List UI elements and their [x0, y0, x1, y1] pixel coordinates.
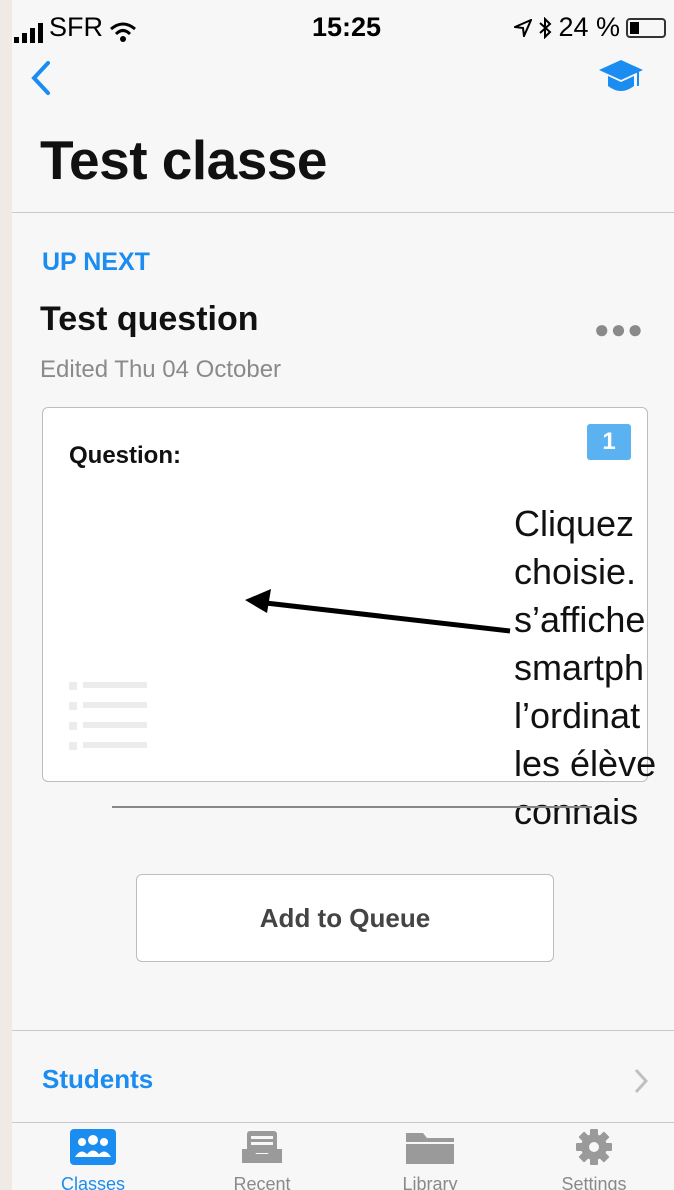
tab-library-label: Library — [402, 1174, 458, 1190]
edited-date: Edited Thu 04 October — [40, 356, 282, 383]
screen: SFR 15:25 24 % Test classe UP NEXT Test … — [12, 0, 674, 1190]
header-divider — [12, 212, 674, 213]
inbox-tray-icon — [242, 1131, 282, 1163]
tab-settings-label: Settings — [561, 1174, 627, 1190]
annotation-arrow — [245, 589, 511, 634]
wifi-icon — [110, 22, 136, 42]
section-divider — [12, 1030, 674, 1031]
clock: 15:25 — [312, 12, 382, 42]
tab-classes[interactable]: Classes — [33, 1129, 153, 1190]
annotation-text: Cliquez choisie. s’affiche smartph l’ord… — [514, 503, 657, 832]
tab-bar: Classes Recent Library Settings — [12, 1122, 674, 1190]
tab-library[interactable]: Library — [370, 1129, 490, 1190]
signal-icon — [14, 23, 43, 43]
status-right: 24 % — [514, 12, 666, 43]
up-next-heading: UP NEXT — [42, 248, 150, 276]
tab-classes-label: Classes — [60, 1174, 126, 1190]
back-chevron-icon[interactable] — [30, 60, 52, 96]
question-label: Question: — [69, 442, 181, 469]
location-icon — [514, 18, 533, 37]
question-count-badge: 1 — [587, 424, 631, 460]
graduation-cap-icon[interactable] — [598, 58, 644, 98]
more-options-icon[interactable]: ●●● — [594, 314, 644, 345]
bluetooth-icon — [539, 16, 552, 39]
divider-line — [112, 806, 592, 808]
tab-settings[interactable]: Settings — [534, 1129, 654, 1190]
battery-percent: 24 % — [558, 12, 620, 42]
add-to-queue-button[interactable]: Add to Queue — [136, 874, 554, 962]
people-icon — [70, 1129, 116, 1165]
tab-recent[interactable]: Recent — [202, 1129, 322, 1190]
chevron-right-icon[interactable] — [634, 1068, 648, 1094]
page-title: Test classe — [40, 129, 328, 191]
status-bar: SFR 15:25 24 % — [12, 0, 674, 50]
gear-icon — [576, 1129, 612, 1165]
folder-icon — [406, 1133, 454, 1164]
list-placeholder-icon — [69, 682, 147, 750]
tab-recent-label: Recent — [233, 1174, 291, 1190]
students-row[interactable]: Students — [42, 1064, 153, 1095]
question-title: Test question — [40, 300, 259, 338]
carrier-group: SFR — [14, 12, 137, 43]
carrier-label: SFR — [49, 12, 103, 42]
battery-icon — [626, 17, 666, 38]
